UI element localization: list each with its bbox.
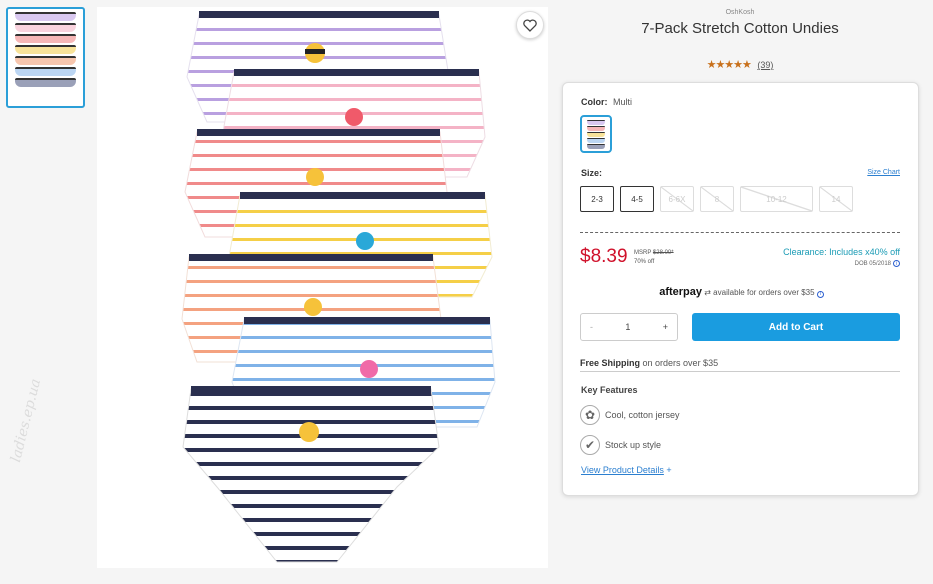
afterpay-arrows-icon: ⇄: [704, 288, 711, 297]
thumb-stripe: [15, 45, 76, 54]
star-rating-icon: ★★★★★: [706, 59, 752, 71]
quantity-decrease-button[interactable]: -: [590, 322, 593, 332]
thumb-stripe: [15, 67, 76, 76]
size-chart-link[interactable]: Size Chart: [867, 169, 900, 176]
msrp-label: MSRP: [634, 250, 652, 256]
view-product-details-link[interactable]: View Product Details: [581, 465, 664, 475]
color-swatch-multi[interactable]: [580, 115, 612, 153]
dob-text: DOB 05/2018: [854, 260, 891, 267]
color-label: Color:: [581, 97, 608, 107]
product-page: ladies.ep.ua OshKosh 7-Pack Stretch Cott…: [0, 0, 933, 584]
color-row: Color: Multi: [581, 97, 632, 107]
thumb-stripe: [15, 56, 76, 65]
rating-summary[interactable]: ★★★★★ (39): [560, 58, 920, 71]
size-option-4-5[interactable]: 4-5: [620, 186, 654, 212]
swatch-stripe: [587, 132, 605, 137]
free-shipping-text: on orders over $35: [642, 358, 719, 368]
msrp-value: $28.00*: [652, 250, 674, 256]
feature-label: Stock up style: [605, 440, 662, 450]
key-features-title: Key Features: [581, 385, 638, 395]
size-option-14[interactable]: 14: [819, 186, 853, 212]
size-label: Size:: [581, 168, 603, 178]
product-image[interactable]: [97, 7, 548, 568]
thumb-stripe: [15, 12, 76, 21]
size-option-6-6x[interactable]: 6-6X: [660, 186, 694, 212]
thumb-stripe: [15, 78, 76, 87]
quantity-stepper: - 1 +: [580, 313, 678, 341]
free-shipping-label: Free Shipping: [580, 358, 641, 368]
msrp-block: MSRP $28.00* 70% off: [634, 249, 674, 267]
feature-item: ✔ Stock up style: [580, 435, 661, 455]
afterpay-info-icon[interactable]: i: [816, 290, 824, 298]
add-to-cart-button[interactable]: Add to Cart: [692, 313, 900, 341]
afterpay-logo: afterpay: [659, 286, 702, 298]
clearance-message: Clearance: Includes x40% off: [783, 247, 900, 257]
view-product-details[interactable]: View Product Details +: [581, 465, 672, 475]
feature-item: ✿ Cool, cotton jersey: [580, 405, 680, 425]
size-option-2-3[interactable]: 2-3: [580, 186, 614, 212]
brand-name[interactable]: OshKosh: [560, 9, 920, 16]
quantity-increase-button[interactable]: +: [663, 322, 668, 332]
size-options: 2-3 4-5 6-6X 8 10-12 14: [580, 186, 853, 212]
discount-percent: 70% off: [634, 259, 655, 265]
product-title: 7-Pack Stretch Cotton Undies: [641, 20, 839, 37]
review-count-link[interactable]: (39): [757, 60, 773, 70]
watermark-text: ladies.ep.ua: [8, 377, 45, 464]
quantity-input[interactable]: 1: [625, 322, 630, 332]
swatch-stripe: [587, 126, 605, 131]
free-shipping-note: Free Shipping on orders over $35: [580, 358, 900, 372]
purchase-card: Color: Multi Size: Size Chart 2-3 4-5 6-…: [562, 82, 919, 496]
gallery-thumbnail[interactable]: [6, 7, 85, 108]
checkmark-icon: ✔: [580, 435, 600, 455]
cotton-icon: ✿: [580, 405, 600, 425]
color-value: Multi: [613, 97, 633, 107]
thumb-stripe: [15, 34, 76, 43]
afterpay-row: afterpay ⇄ available for orders over $35…: [563, 286, 920, 298]
swatch-stripe: [587, 138, 605, 143]
undies-stack-illustration: [181, 11, 496, 563]
size-option-10-12[interactable]: 10-12: [740, 186, 813, 212]
sale-price: $8.39: [580, 246, 628, 267]
afterpay-text: available for orders over $35: [713, 288, 815, 297]
expand-plus-icon[interactable]: +: [666, 465, 671, 475]
divider: [580, 232, 900, 233]
feature-label: Cool, cotton jersey: [605, 410, 680, 420]
swatch-stripe: [587, 144, 605, 149]
favorite-heart-icon[interactable]: [516, 11, 544, 39]
thumb-stripe: [15, 23, 76, 32]
info-icon[interactable]: i: [893, 260, 900, 267]
dob-info: DOB 05/2018 i: [855, 260, 900, 267]
size-option-8[interactable]: 8: [700, 186, 734, 212]
swatch-stripe: [587, 120, 605, 125]
